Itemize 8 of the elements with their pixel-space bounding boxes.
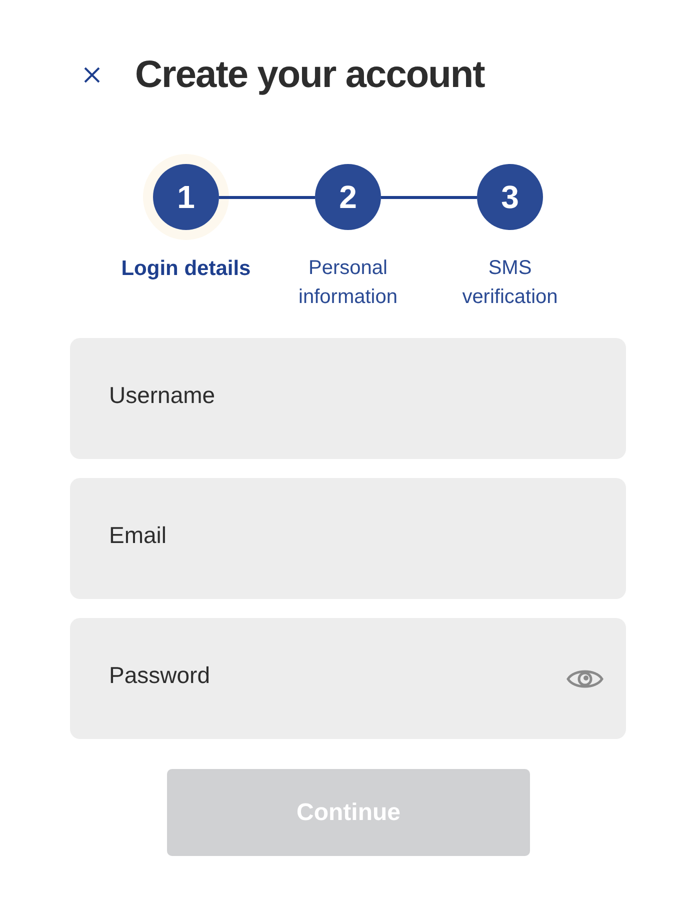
password-field[interactable]: Password	[70, 618, 626, 739]
step-label: SMS verification	[461, 256, 559, 310]
input-field[interactable]: Email	[70, 478, 626, 599]
page-title: Create your account	[135, 56, 484, 94]
step-label: Personal information	[298, 256, 398, 310]
step-label: Login details	[121, 256, 251, 282]
close-icon	[82, 65, 102, 85]
input-field[interactable]: Username	[70, 338, 626, 459]
